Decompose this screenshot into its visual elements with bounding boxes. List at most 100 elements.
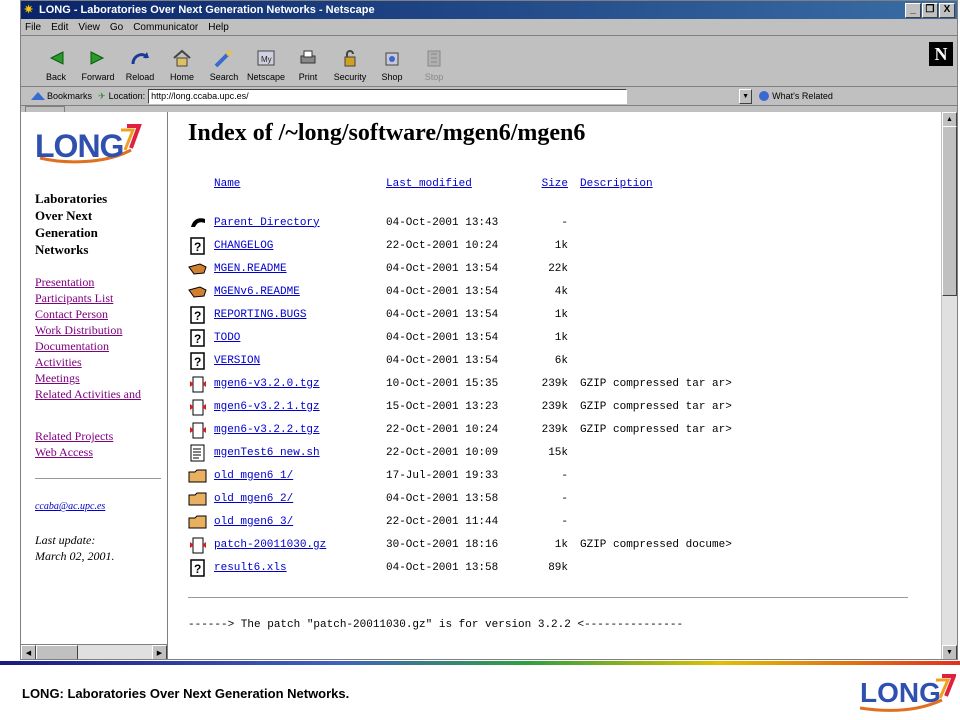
file-modified: 04-Oct-2001 13:43 [386,216,499,229]
close-button[interactable]: X [939,2,955,18]
compressed-file-icon[interactable] [188,398,208,416]
location-input[interactable]: http://long.ccaba.upc.es/ [148,88,628,104]
print-button[interactable]: Print [287,47,329,86]
maximize-button[interactable]: ❐ [922,2,938,18]
file-link[interactable]: mgen6-v3.2.2.tgz [214,424,386,436]
bookmarks-button[interactable]: Bookmarks [29,90,92,102]
sidebar-link-contact[interactable]: Contact Person [35,306,167,322]
sidebar-link-web-access[interactable]: Web Access [35,444,167,460]
file-link[interactable]: MGEN.README [214,263,386,275]
file-link[interactable]: old mgen6 1/ [214,470,386,482]
patch-note: ------> The patch "patch-20011030.gz" is… [188,619,684,631]
menu-bar: File Edit View Go Communicator Help [21,19,957,36]
readme-hand-icon[interactable] [188,283,208,301]
minimize-button[interactable]: _ [905,2,921,18]
sidebar-link-presentation[interactable]: Presentation [35,274,167,290]
unknown-file-icon[interactable]: ? [188,351,208,370]
sidebar-link-related-projects[interactable]: Related Projects [35,428,167,444]
file-modified: 10-Oct-2001 15:35 [386,377,499,390]
file-size: 1k [554,308,568,321]
long-logo: LONG [35,120,145,164]
scroll-down-button[interactable]: ▼ [942,645,957,659]
unknown-file-icon[interactable]: ? [188,328,208,347]
scroll-thumb[interactable] [942,126,957,296]
file-link[interactable]: mgenTest6 new.sh [214,447,386,459]
file-link[interactable]: TODO [214,332,386,344]
readme-hand-icon[interactable] [188,260,208,278]
menu-view[interactable]: View [78,22,100,33]
stop-button[interactable]: Stop [413,47,455,86]
file-link[interactable]: old mgen6 2/ [214,493,386,505]
unknown-file-icon[interactable]: ? [188,305,208,324]
folder-icon[interactable] [188,467,208,485]
reload-button[interactable]: Reload [119,47,161,86]
file-size: 15k [548,446,568,459]
back-icon[interactable] [188,214,208,232]
sort-by-modified-link[interactable]: Last modified [386,178,526,190]
unknown-file-icon[interactable]: ? [188,236,208,255]
sort-by-description-link[interactable]: Description [580,178,653,190]
scroll-thumb[interactable] [36,645,78,659]
whats-related-button[interactable]: What's Related [756,90,833,102]
back-button[interactable]: Back [35,47,77,86]
menu-file[interactable]: File [25,22,41,33]
compressed-file-icon[interactable] [188,536,208,554]
chevron-down-icon: ▼ [742,92,750,100]
file-link[interactable]: mgen6-v3.2.0.tgz [214,378,386,390]
file-link[interactable]: MGENv6.README [214,286,386,298]
lab-title-line: Generation [35,225,98,240]
sort-by-name-link[interactable]: Name [214,178,386,190]
sidebar-link-participants[interactable]: Participants List [35,290,167,306]
search-button[interactable]: Search [203,47,245,86]
compressed-file-icon[interactable] [188,375,208,393]
footer-logo-text: LONG [860,677,941,708]
script-file-icon[interactable] [188,444,208,462]
file-row: ? result6.xls 04-Oct-2001 13:58 89k [188,556,957,579]
folder-icon[interactable] [188,490,208,508]
contact-email-link[interactable]: ccaba@ac.upc.es [35,501,105,512]
sidebar-link-meetings[interactable]: Meetings [35,370,167,386]
lab-title-line: Laboratories [35,191,108,206]
menu-edit[interactable]: Edit [51,22,68,33]
file-link[interactable]: VERSION [214,355,386,367]
sidebar-link-activities[interactable]: Activities [35,354,167,370]
file-link[interactable]: patch-20011030.gz [214,539,386,551]
file-row: MGENv6.README 04-Oct-2001 13:54 4k [188,280,957,303]
scroll-up-button[interactable]: ▲ [942,112,957,127]
lock-icon [339,47,361,69]
menu-help[interactable]: Help [208,22,229,33]
file-row: Parent Directory 04-Oct-2001 13:43 - [188,211,957,234]
compressed-file-icon[interactable] [188,421,208,439]
folder-icon[interactable] [188,513,208,531]
sidebar-link-related-activities[interactable]: Related Activities and [35,386,167,402]
file-link[interactable]: result6.xls [214,562,386,574]
security-button[interactable]: Security [329,47,371,86]
sort-by-size-link[interactable]: Size [526,178,568,190]
file-link[interactable]: old mgen6 3/ [214,516,386,528]
menu-go[interactable]: Go [110,22,123,33]
file-modified: 04-Oct-2001 13:54 [386,354,499,367]
file-link[interactable]: Parent Directory [214,217,386,229]
home-button[interactable]: Home [161,47,203,86]
scroll-left-button[interactable]: ◀ [21,645,36,659]
file-link[interactable]: mgen6-v3.2.1.tgz [214,401,386,413]
file-link[interactable]: REPORTING.BUGS [214,309,386,321]
location-dropdown-button[interactable]: ▼ [739,88,753,104]
sidebar-link-work-distribution[interactable]: Work Distribution [35,322,167,338]
netscape-logo[interactable]: N [929,42,953,66]
directory-listing: Name Last modified Size Description Pare… [188,172,957,579]
netscape-button[interactable]: My Netscape [245,47,287,86]
forward-button[interactable]: Forward [77,47,119,86]
forward-arrow-icon [87,47,109,69]
scroll-right-button[interactable]: ▶ [152,645,167,659]
unknown-file-icon[interactable]: ? [188,558,208,577]
sidebar-horizontal-scrollbar[interactable]: ◀ ▶ [21,644,167,659]
shop-button[interactable]: Shop [371,47,413,86]
menu-communicator[interactable]: Communicator [133,22,198,33]
security-label: Security [333,72,367,82]
file-link[interactable]: CHANGELOG [214,240,386,252]
sidebar-link-documentation[interactable]: Documentation [35,338,167,354]
print-icon [297,47,319,69]
main-vertical-scrollbar[interactable]: ▲ ▼ [941,112,957,659]
file-size: 239k [541,400,568,413]
